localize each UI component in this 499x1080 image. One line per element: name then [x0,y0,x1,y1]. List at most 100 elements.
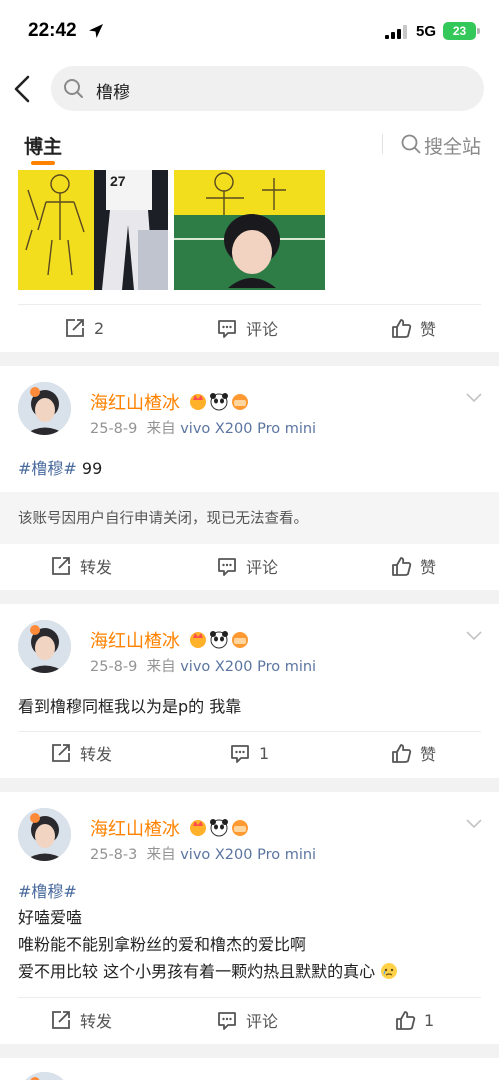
post-text-line-body: 爱不用比较 这个小男孩有着一颗灼热且默默的真心 [18,962,376,981]
user-badges-icon [190,393,248,411]
repost-notice: 该账号因用户自行申请关闭，现已无法查看。 [18,511,308,527]
user-badges-icon [190,631,248,649]
battery-tip [477,28,480,34]
post-text-line: 好嗑爱嗑 [18,908,83,927]
post-card: 27 2 评论 赞 [0,170,499,352]
avatar[interactable] [18,382,71,435]
repost-button[interactable]: 转发 [50,731,112,775]
comment-button[interactable]: 评论 [216,544,278,588]
comment-label: 评论 [246,558,279,577]
like-button[interactable]: 赞 [390,544,436,588]
svg-text:27: 27 [110,173,126,189]
like-button[interactable]: 赞 [390,306,436,350]
post-source-prefix: 来自 [146,659,176,675]
repost-button[interactable]: 转发 [50,998,112,1042]
avatar-image [18,808,71,861]
post-actions: 2 评论 赞 [0,306,499,350]
search-query: 橹穆 [96,83,130,103]
tab-divider [382,134,383,154]
username[interactable]: 海红山楂冰 [90,389,180,415]
topic-link[interactable]: #橹穆# [18,878,77,902]
like-button[interactable]: 赞 [390,731,436,775]
chevron-down-icon[interactable] [465,818,483,830]
post-text-line: 唯粉能不能别拿粉丝的爱和橹杰的爱比啊 [18,935,307,954]
repost-icon [52,744,70,762]
comment-icon [218,320,236,338]
post-card: 海红山楂冰 25-8-9 来自 vivo X200 Pro mini #橹穆# … [0,366,499,590]
avatar-image [18,620,71,673]
post-card: 海红山楂冰 25-8-3 来自 vivo X200 Pro mini #橹穆# … [0,792,499,1044]
post-actions: 转发 评论 1 [0,998,499,1042]
repost-button[interactable]: 2 [64,306,104,350]
comment-count: 1 [259,743,270,763]
tab-bloggers[interactable]: 博主 [24,132,62,159]
post-text-body: 99 [76,459,103,478]
post-divider [18,304,481,305]
post-actions: 转发 评论 赞 [0,544,499,588]
comment-icon [231,745,249,763]
battery-icon: 23 [443,22,476,40]
username[interactable]: 海红山楂冰 [90,815,180,841]
search-all-icon[interactable] [401,134,421,154]
search-all-button[interactable]: 搜全站 [424,132,481,159]
post-meta: 25-8-3 来自 vivo X200 Pro mini [90,843,316,864]
user-badges-icon [190,819,248,837]
like-count: 1 [424,1010,435,1030]
search-icon [64,79,83,98]
location-arrow-icon [89,24,103,38]
username[interactable]: 海红山楂冰 [90,627,180,653]
chevron-down-icon[interactable] [465,630,483,642]
chevron-down-icon[interactable] [465,392,483,404]
like-label: 赞 [420,320,437,339]
search-input[interactable]: 橹穆 [51,66,484,111]
post-card [0,1058,499,1080]
post-text-line: 爱不用比较 这个小男孩有着一颗灼热且默默的真心 [18,958,398,982]
signal-icon [385,25,407,39]
repost-icon [52,1011,70,1029]
comment-icon [218,1012,236,1030]
back-arrow-icon[interactable] [12,74,34,104]
post-image[interactable] [174,170,325,290]
comment-button[interactable]: 评论 [216,998,278,1042]
comment-label: 评论 [246,1012,279,1031]
like-icon [392,557,412,576]
repost-label: 转发 [80,558,113,577]
status-bar: 22:42 5G 23 [0,0,499,62]
repost-label: 转发 [80,1012,113,1031]
avatar[interactable] [18,1072,71,1080]
tab-active-indicator [31,161,55,165]
like-icon [392,319,412,338]
repost-icon [66,319,84,337]
repost-label: 转发 [80,745,113,764]
comment-label: 评论 [246,320,279,339]
repost-count: 2 [94,318,105,338]
post-date: 25-8-9 [90,421,138,437]
avatar-image [18,1072,71,1080]
topic-link[interactable]: #橹穆# [18,459,77,478]
repost-icon [52,557,70,575]
post-source-prefix: 来自 [146,421,176,437]
status-time: 22:42 [28,20,77,41]
comment-icon [218,558,236,576]
avatar[interactable] [18,620,71,673]
crying-face-emoji-icon [381,963,398,979]
avatar-image [18,382,71,435]
repost-button[interactable]: 转发 [50,544,112,588]
comment-button[interactable]: 1 [229,731,269,775]
like-icon [396,1011,416,1030]
post-date: 25-8-3 [90,847,138,863]
post-image-graphic [174,170,325,290]
header: 22:42 5G 23 橹穆 博主 搜全站 [0,0,499,170]
avatar[interactable] [18,808,71,861]
post-card: 海红山楂冰 25-8-9 来自 vivo X200 Pro mini 看到橹穆同… [0,604,499,778]
repost-box[interactable]: 该账号因用户自行申请关闭，现已无法查看。 [0,492,499,544]
like-label: 赞 [420,745,437,764]
post-text: 看到橹穆同框我以为是p的 我靠 [18,697,242,716]
comment-button[interactable]: 评论 [216,306,278,350]
post-source-prefix: 来自 [146,847,176,863]
post-image-graphic: 27 [18,170,168,290]
post-image[interactable]: 27 [18,170,168,290]
post-meta: 25-8-9 来自 vivo X200 Pro mini [90,655,316,676]
like-button[interactable]: 1 [394,998,434,1042]
post-meta: 25-8-9 来自 vivo X200 Pro mini [90,417,316,438]
